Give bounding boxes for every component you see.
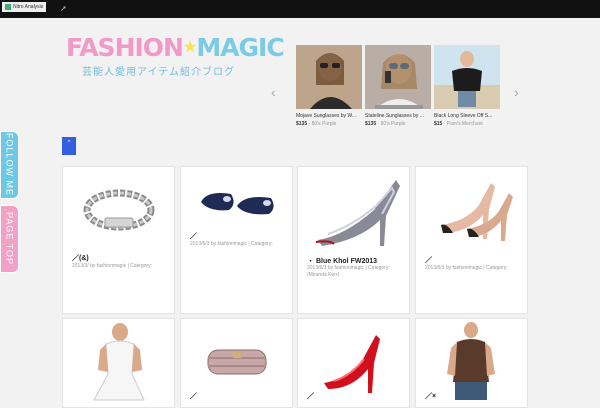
carousel-item-title: Black Long Sleeve Off S...: [434, 113, 493, 119]
post-image-flats[interactable]: [181, 167, 292, 237]
post-card[interactable]: ／ 2013/6/3 by fashionmagic | Category:: [180, 166, 293, 314]
post-card[interactable]: [62, 318, 175, 408]
top-toolbar: Nitro Analysis ➚: [0, 0, 600, 18]
carousel-item-title: Stateline Sunglasses by ...: [365, 113, 424, 119]
star-icon: ★: [182, 37, 197, 56]
post-card[interactable]: ／(&) 2013/3/ by fashionmagic | Category:: [62, 166, 175, 314]
carousel-item-meta: $135 · 80's Purple: [365, 121, 406, 127]
post-card[interactable]: ／×: [415, 318, 528, 408]
post-card[interactable]: ・ Blue Khol FW2013 2013/6/3 by fashionma…: [297, 166, 410, 314]
carousel-item[interactable]: Mojave Sunglasses by W... $135 · 80's Pu…: [296, 45, 362, 127]
product-photo-woman-sunglasses: [296, 45, 362, 109]
page-top-label: PAGE TOP: [4, 212, 15, 266]
carousel-prev-button[interactable]: ‹: [271, 84, 276, 100]
post-card[interactable]: ／ 2013/6/3 by fashionmagic | Category:: [415, 166, 528, 314]
carousel-item[interactable]: Stateline Sunglasses by ... $135 · 80's …: [365, 45, 431, 127]
carousel-next-button[interactable]: ›: [514, 84, 519, 100]
site-logo[interactable]: FASHION★MAGIC 芸能人愛用アイテム紹介ブログ: [66, 30, 285, 78]
post-image-bracelet[interactable]: [63, 167, 174, 252]
post-meta: 2013/3/ by fashionmagic | Category:: [72, 263, 152, 269]
logo-mark-icon: [5, 4, 11, 10]
logo-word-fashion: FASHION: [66, 33, 184, 62]
toolbar-logo[interactable]: Nitro Analysis: [2, 2, 47, 12]
post-image-glitter-heels[interactable]: [298, 167, 409, 252]
post-image-clutch[interactable]: [181, 319, 292, 404]
post-meta: 2013/6/3 by fashionmagic | Category:: [425, 265, 508, 271]
post-title-slash[interactable]: ／: [425, 255, 432, 265]
blue-square-button[interactable]: ^: [62, 137, 76, 155]
post-title[interactable]: ／(&): [72, 253, 89, 263]
post-image-white-top[interactable]: [63, 319, 174, 404]
post-title-slash[interactable]: ／: [190, 231, 197, 241]
follow-me-label: FOLLOW ME: [4, 133, 15, 197]
product-photo-woman-phone: [365, 45, 431, 109]
carousel-item-meta: $135 · 80's Purple: [296, 121, 337, 127]
post-card[interactable]: ／: [297, 318, 410, 408]
follow-me-tab[interactable]: FOLLOW ME: [0, 131, 19, 199]
product-photo-off-shoulder-top: [434, 45, 500, 109]
post-image-nude-pumps[interactable]: [416, 167, 527, 252]
post-meta: 2013/6/3 by fashionmagic | Category: (Mir…: [307, 265, 390, 278]
post-meta: 2013/6/3 by fashionmagic | Category:: [190, 241, 273, 247]
page-top-tab[interactable]: PAGE TOP: [0, 205, 19, 273]
carousel-item[interactable]: Black Long Sleeve Off S... $15 · Pam's M…: [434, 45, 500, 127]
site-logo-title: FASHION★MAGIC: [66, 30, 285, 65]
post-card[interactable]: ／: [180, 318, 293, 408]
logo-word-magic: MAGIC: [196, 33, 284, 62]
carousel-item-title: Mojave Sunglasses by W...: [296, 113, 357, 119]
carousel-item-meta: $15 · Pam's Merchant: [434, 121, 483, 127]
cursor-icon[interactable]: ➚: [60, 4, 67, 13]
toolbar-logo-text: Nitro Analysis: [13, 4, 44, 10]
post-image-red-pumps[interactable]: [298, 319, 409, 404]
site-subtitle: 芸能人愛用アイテム紹介ブログ: [82, 67, 235, 78]
